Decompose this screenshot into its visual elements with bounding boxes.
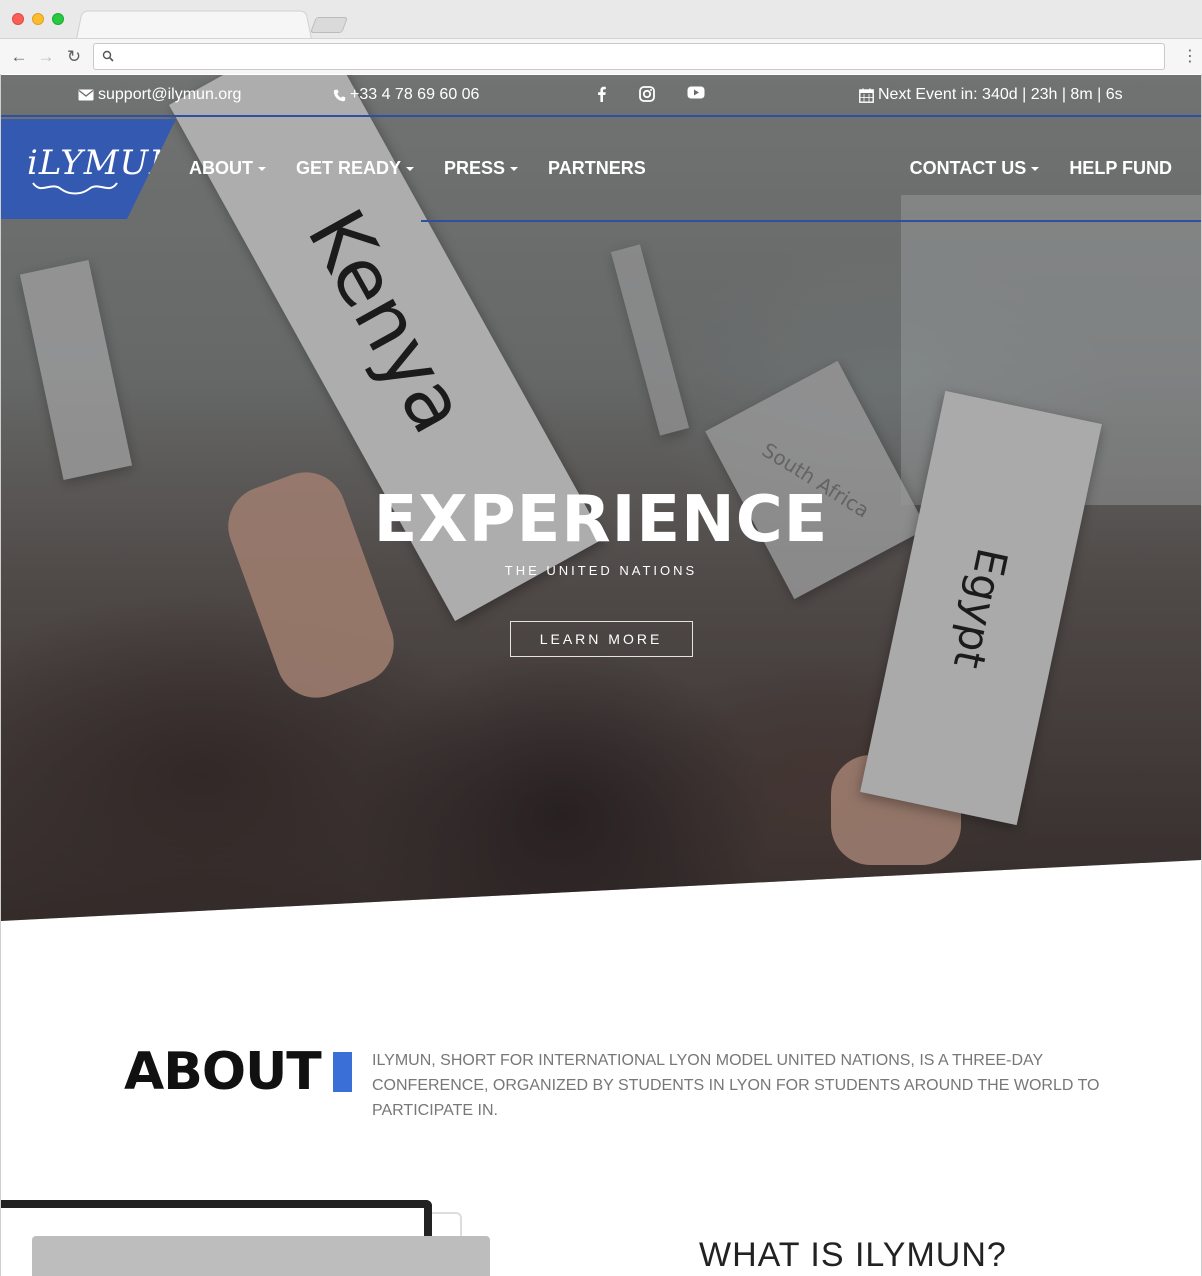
facebook-link[interactable] xyxy=(597,86,606,102)
nav-partners[interactable]: PARTNERS xyxy=(548,158,646,179)
new-tab-button[interactable] xyxy=(310,17,348,33)
nav-contact-us[interactable]: CONTACT US xyxy=(910,158,1040,179)
email-link[interactable]: support@ilymun.org xyxy=(78,86,241,104)
phone-text: +33 4 78 69 60 06 xyxy=(350,86,480,103)
caret-down-icon xyxy=(406,166,415,171)
facebook-icon xyxy=(598,86,606,102)
nav-underline-divider xyxy=(421,220,1201,222)
nav-press[interactable]: PRESS xyxy=(444,158,519,179)
nav-help-fund-label: HELP FUND xyxy=(1069,158,1172,178)
envelope-icon xyxy=(78,89,94,101)
nav-about-label: ABOUT xyxy=(189,158,253,178)
learn-more-button[interactable]: LEARN MORE xyxy=(509,621,693,657)
back-arrow-icon[interactable]: ← xyxy=(9,47,29,67)
youtube-icon xyxy=(687,86,705,99)
nav-partners-label: PARTNERS xyxy=(548,158,646,178)
nav-press-label: PRESS xyxy=(444,158,506,178)
top-info-bar: support@ilymun.org +33 4 78 69 60 06 Nex… xyxy=(1,75,1201,117)
about-text: ILYMUN, SHORT FOR INTERNATIONAL LYON MOD… xyxy=(372,1052,1100,1119)
browser-chrome: ← → ↻ ⋮ xyxy=(0,0,1202,74)
hero-section: South Africa Kenya Egypt EXPERIENCE THE … xyxy=(1,75,1201,921)
browser-toolbar: ← → ↻ ⋮ xyxy=(0,38,1202,74)
nav-about[interactable]: ABOUT xyxy=(189,158,266,179)
minimize-window-button[interactable] xyxy=(32,13,44,25)
youtube-link[interactable] xyxy=(687,86,705,99)
hero-subtitle: THE UNITED NATIONS xyxy=(504,563,698,578)
nav-get-ready-label: GET READY xyxy=(296,158,402,178)
what-is-ilymun-title: WHAT IS ILYMUN? xyxy=(699,1236,1007,1274)
main-nav-left: ABOUT GET READY PRESS PARTNERS xyxy=(189,158,646,179)
caret-down-icon xyxy=(1031,166,1040,171)
instagram-link[interactable] xyxy=(639,86,655,102)
maximize-window-button[interactable] xyxy=(52,13,64,25)
forward-arrow-icon[interactable]: → xyxy=(36,47,56,67)
close-window-button[interactable] xyxy=(12,13,24,25)
main-nav-right: CONTACT US HELP FUND xyxy=(910,158,1172,179)
calendar-icon xyxy=(859,88,874,103)
hero-title: EXPERIENCE xyxy=(373,483,829,557)
browser-tab[interactable] xyxy=(76,10,312,39)
caret-down-icon xyxy=(258,166,266,171)
email-text: support@ilymun.org xyxy=(98,86,242,103)
search-icon xyxy=(102,50,114,62)
nav-get-ready[interactable]: GET READY xyxy=(296,158,415,179)
next-event-countdown: Next Event in: 340d | 23h | 8m | 6s xyxy=(859,86,1123,104)
next-event-text: Next Event in: 340d | 23h | 8m | 6s xyxy=(878,86,1123,103)
hero-text: EXPERIENCE THE UNITED NATIONS LEARN MORE xyxy=(1,480,1201,657)
about-accent-bar xyxy=(333,1052,352,1092)
browser-menu-icon[interactable]: ⋮ xyxy=(1182,47,1198,67)
laptop-mockup-screen xyxy=(32,1236,490,1276)
caret-down-icon xyxy=(510,166,519,171)
nav-help-fund[interactable]: HELP FUND xyxy=(1069,158,1172,179)
about-title: ABOUT xyxy=(124,1042,322,1102)
logo-swash-icon xyxy=(32,182,118,195)
phone-icon xyxy=(333,89,346,101)
instagram-icon xyxy=(639,86,655,102)
nav-contact-us-label: CONTACT US xyxy=(909,158,1027,178)
address-bar[interactable] xyxy=(93,43,1165,70)
window-controls xyxy=(12,13,64,25)
reload-icon[interactable]: ↻ xyxy=(64,47,84,67)
phone-link[interactable]: +33 4 78 69 60 06 xyxy=(333,86,479,104)
